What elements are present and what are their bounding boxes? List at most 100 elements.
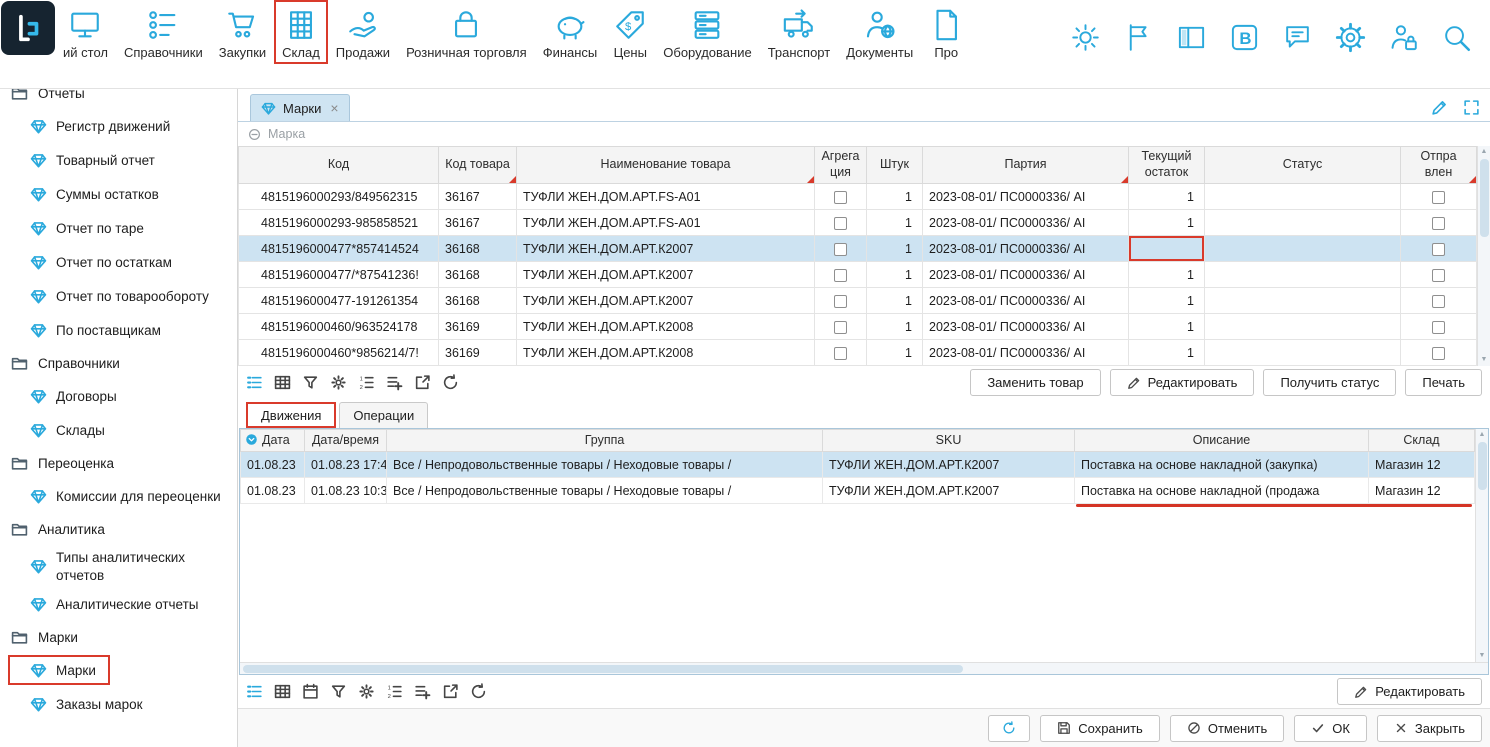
sent-checkbox[interactable]	[1432, 295, 1445, 308]
grid-view-icon[interactable]	[274, 374, 291, 391]
cell-checkbox[interactable]	[1401, 262, 1477, 288]
gear-small-icon[interactable]	[358, 683, 375, 700]
sent-checkbox[interactable]	[1432, 217, 1445, 230]
cell-status[interactable]	[1205, 184, 1401, 210]
cell-balance[interactable]: 1	[1129, 184, 1205, 210]
cell-batch[interactable]: 2023-08-01/ ПС0000336/ АІ	[923, 210, 1129, 236]
edit-form-icon[interactable]	[1431, 99, 1448, 116]
save-button[interactable]: Сохранить	[1040, 715, 1160, 742]
collapse-icon[interactable]	[248, 128, 261, 141]
edit-movement-button[interactable]: Редактировать	[1337, 678, 1482, 705]
sent-checkbox[interactable]	[1432, 269, 1445, 282]
replace-product-button[interactable]: Заменить товар	[970, 369, 1100, 396]
cell-product-code[interactable]: 36168	[439, 262, 517, 288]
tab-close-icon[interactable]: ×	[330, 100, 338, 116]
tree-folder-item[interactable]: Справочники	[8, 347, 235, 379]
aggregation-checkbox[interactable]	[834, 321, 847, 334]
cell-checkbox[interactable]	[1401, 184, 1477, 210]
cell-warehouse[interactable]: Магазин 12	[1369, 452, 1475, 478]
cell-group[interactable]: Все / Непродовольственные товары / Неход…	[387, 478, 823, 504]
cell-product-name[interactable]: ТУФЛИ ЖЕН.ДОМ.АРТ.К2007	[517, 262, 815, 288]
scrollbar-thumb[interactable]	[243, 665, 963, 673]
column-header[interactable]: Группа	[387, 430, 823, 452]
cell-qty[interactable]: 1	[867, 262, 923, 288]
scrollbar-thumb[interactable]	[1480, 159, 1489, 237]
column-header[interactable]: Наименование товара	[517, 147, 815, 184]
cell-sku[interactable]: ТУФЛИ ЖЕН.ДОМ.АРТ.К2007	[823, 478, 1075, 504]
column-header[interactable]: Агрега ция	[815, 147, 867, 184]
export-icon[interactable]	[414, 374, 431, 391]
cell-status[interactable]	[1205, 340, 1401, 366]
marks-row[interactable]: 4815196000460*9856214/7!36169ТУФЛИ ЖЕН.Д…	[239, 340, 1477, 366]
cell-balance[interactable]: 1	[1129, 314, 1205, 340]
cell-code[interactable]: 4815196000293/849562315	[239, 184, 439, 210]
movement-row[interactable]: 01.08.2301.08.23 17:42Все / Непродовольс…	[241, 452, 1475, 478]
cell-product-code[interactable]: 36167	[439, 184, 517, 210]
refresh-icon[interactable]	[470, 683, 487, 700]
column-header[interactable]: Штук	[867, 147, 923, 184]
ribbon-item-truck[interactable]: Транспорт	[760, 0, 839, 64]
cell-balance[interactable]: 1	[1129, 210, 1205, 236]
aggregation-checkbox[interactable]	[834, 295, 847, 308]
sent-checkbox[interactable]	[1432, 321, 1445, 334]
cell-product-name[interactable]: ТУФЛИ ЖЕН.ДОМ.АРТ.К2008	[517, 340, 815, 366]
tree-leaf-item[interactable]: Заказы марок	[8, 687, 235, 721]
sent-checkbox[interactable]	[1432, 347, 1445, 360]
tab-movements[interactable]: Движения	[246, 402, 336, 428]
cell-checkbox[interactable]	[1401, 288, 1477, 314]
cell-batch[interactable]: 2023-08-01/ ПС0000336/ АІ	[923, 236, 1129, 262]
marks-row[interactable]: 4815196000477-19126135436168ТУФЛИ ЖЕН.ДО…	[239, 288, 1477, 314]
sent-checkbox[interactable]	[1432, 243, 1445, 256]
vertical-scrollbar-2[interactable]: ▲ ▼	[1475, 429, 1488, 662]
scroll-down-arrow[interactable]: ▼	[1479, 650, 1486, 662]
tree-leaf-item[interactable]: Договоры	[8, 379, 235, 413]
cell-checkbox[interactable]	[815, 184, 867, 210]
add-list-icon[interactable]	[414, 683, 431, 700]
cell-batch[interactable]: 2023-08-01/ ПС0000336/ АІ	[923, 340, 1129, 366]
aggregation-checkbox[interactable]	[834, 217, 847, 230]
horizontal-scrollbar[interactable]	[240, 662, 1488, 674]
list-view-icon[interactable]	[246, 683, 263, 700]
numbered-list-icon[interactable]: 12	[358, 374, 375, 391]
cell-group[interactable]: Все / Непродовольственные товары / Неход…	[387, 452, 823, 478]
cell-product-code[interactable]: 36169	[439, 314, 517, 340]
column-header[interactable]: Партия	[923, 147, 1129, 184]
cell-sku[interactable]: ТУФЛИ ЖЕН.ДОМ.АРТ.К2007	[823, 452, 1075, 478]
flag-icon[interactable]	[1123, 22, 1154, 53]
ribbon-item-server[interactable]: Оборудование	[655, 0, 759, 64]
cell-qty[interactable]: 1	[867, 210, 923, 236]
cell-status[interactable]	[1205, 288, 1401, 314]
cell-qty[interactable]: 1	[867, 184, 923, 210]
ribbon-item-cart[interactable]: Закупки	[211, 0, 274, 64]
cell-code[interactable]: 4815196000477/*87541236!	[239, 262, 439, 288]
marks-row[interactable]: 4815196000293-98585852136167ТУФЛИ ЖЕН.ДО…	[239, 210, 1477, 236]
cell-warehouse[interactable]: Магазин 12	[1369, 478, 1475, 504]
cell-checkbox[interactable]	[1401, 210, 1477, 236]
tree-leaf-item[interactable]: Товарный отчет	[8, 143, 235, 177]
marks-row[interactable]: 4815196000477*85741452436168ТУФЛИ ЖЕН.ДО…	[239, 236, 1477, 262]
aggregation-checkbox[interactable]	[834, 269, 847, 282]
ok-button[interactable]: ОК	[1294, 715, 1367, 742]
cell-code[interactable]: 4815196000477-191261354	[239, 288, 439, 314]
cell-status[interactable]	[1205, 236, 1401, 262]
ribbon-item-warehouse[interactable]: Склад	[274, 0, 328, 64]
cell-checkbox[interactable]	[815, 236, 867, 262]
column-header[interactable]: Статус	[1205, 147, 1401, 184]
cell-batch[interactable]: 2023-08-01/ ПС0000336/ АІ	[923, 288, 1129, 314]
column-header[interactable]: Код	[239, 147, 439, 184]
cell-product-name[interactable]: ТУФЛИ ЖЕН.ДОМ.АРТ.FS-A01	[517, 210, 815, 236]
tree-leaf-item[interactable]: Отчет по таре	[8, 211, 235, 245]
cell-date[interactable]: 01.08.23	[241, 478, 305, 504]
tree-folder-item[interactable]: Аналитика	[8, 513, 235, 545]
b-badge-icon[interactable]: B	[1229, 22, 1260, 53]
cell-qty[interactable]: 1	[867, 236, 923, 262]
cell-balance[interactable]: 1	[1129, 288, 1205, 314]
marks-row[interactable]: 4815196000460/96352417836169ТУФЛИ ЖЕН.ДО…	[239, 314, 1477, 340]
tree-leaf-item[interactable]: По поставщикам	[8, 313, 235, 347]
column-header[interactable]: Дата	[241, 430, 305, 452]
cell-product-code[interactable]: 36167	[439, 210, 517, 236]
cell-qty[interactable]: 1	[867, 288, 923, 314]
aggregation-checkbox[interactable]	[834, 191, 847, 204]
movement-row[interactable]: 01.08.2301.08.23 10:30Все / Непродовольс…	[241, 478, 1475, 504]
cell-code[interactable]: 4815196000460/963524178	[239, 314, 439, 340]
